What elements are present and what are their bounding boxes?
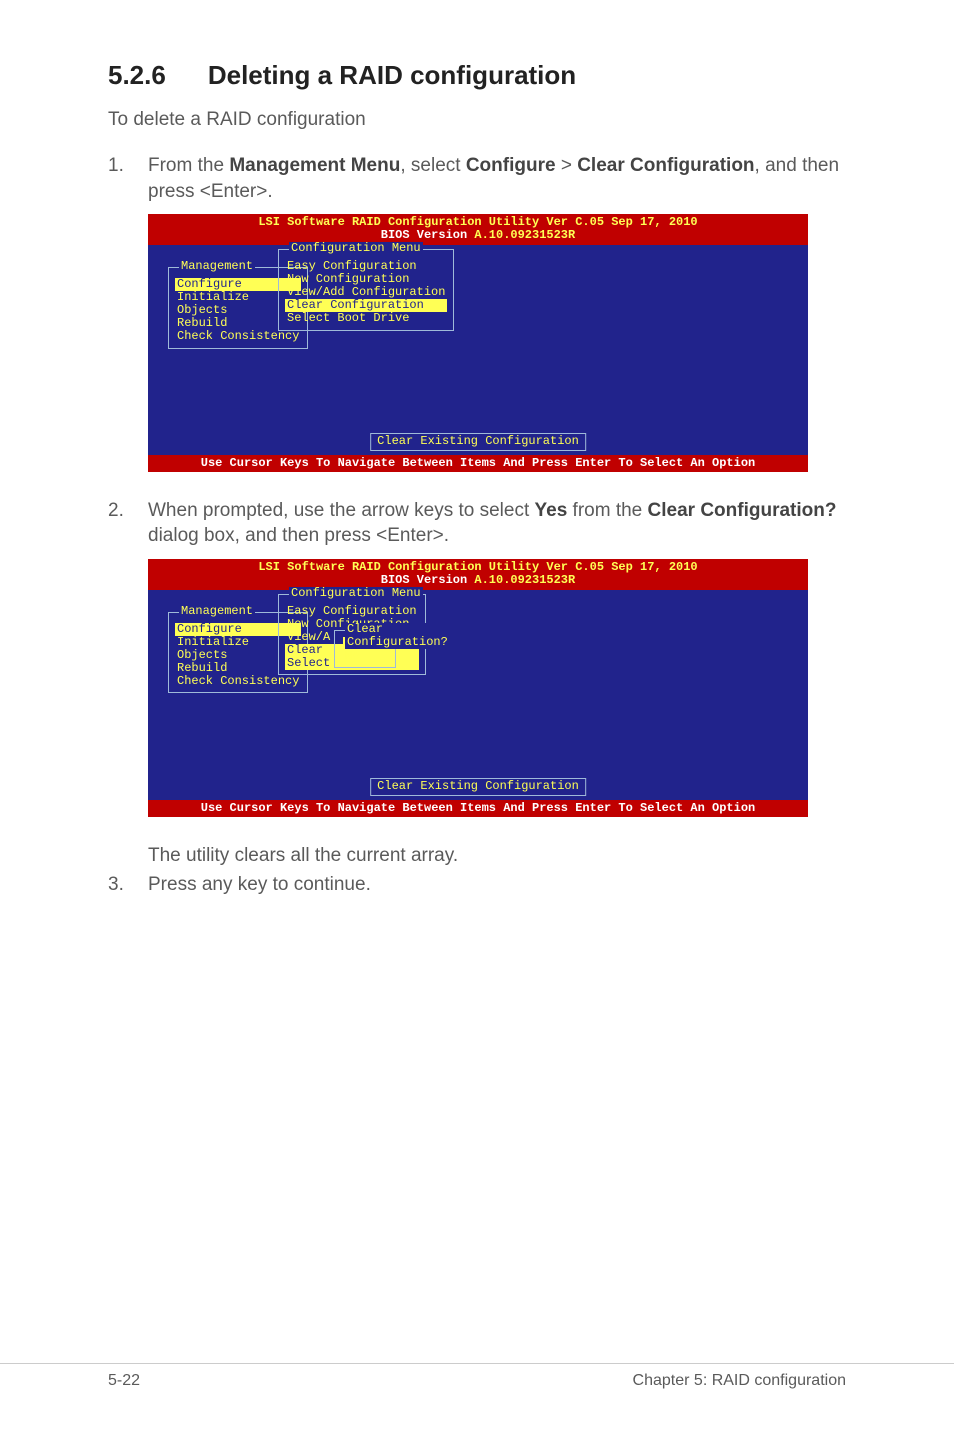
step-number: 2. xyxy=(108,498,148,524)
bios-title-version: A.10.09231523R xyxy=(474,228,575,242)
chapter-label: Chapter 5: RAID configuration xyxy=(633,1372,846,1390)
text: from the xyxy=(567,500,647,521)
bios-footer-bar: Use Cursor Keys To Navigate Between Item… xyxy=(148,800,808,817)
text: dialog box, and then press <Enter>. xyxy=(148,525,449,546)
bold: Management Menu xyxy=(229,155,400,176)
menu-title: Management xyxy=(179,260,255,273)
menu-title: Configuration Menu xyxy=(289,242,423,255)
step-number: 3. xyxy=(108,872,148,898)
bios-footer-text: Use Cursor Keys To Navigate Between Item… xyxy=(201,456,756,470)
text: > xyxy=(556,155,578,176)
cfg-item-easy[interactable]: Easy Configuration xyxy=(285,260,447,273)
bios-title-version: A.10.09231523R xyxy=(474,573,575,587)
step-3: 3. Press any key to continue. xyxy=(108,872,846,898)
bold: Configure xyxy=(466,155,556,176)
section-title: Deleting a RAID configuration xyxy=(208,60,576,90)
section-heading: 5.2.6 Deleting a RAID configuration xyxy=(108,60,846,91)
text: , select xyxy=(400,155,465,176)
page-number: 5-22 xyxy=(108,1372,140,1390)
bios-title-line1: LSI Software RAID Configuration Utility … xyxy=(258,215,697,229)
option-no[interactable]: No xyxy=(343,650,369,663)
dialog-title: Clear Configuration? xyxy=(345,623,450,649)
cfg-item-bootdrive[interactable]: Select Boot Drive xyxy=(285,312,447,325)
intro-text: To delete a RAID configuration xyxy=(108,109,846,131)
page-footer: 5-22 Chapter 5: RAID configuration xyxy=(0,1363,954,1390)
menu-title: Management xyxy=(179,605,255,618)
status-text: Clear Existing Configuration xyxy=(370,433,586,450)
step-body: From the Management Menu, select Configu… xyxy=(148,153,846,204)
cfg-item-easy[interactable]: Easy Configuration xyxy=(285,605,419,618)
bios-title-line1: LSI Software RAID Configuration Utility … xyxy=(258,560,697,574)
bold: Yes xyxy=(535,500,568,521)
step-number: 1. xyxy=(108,153,148,179)
bios-screenshot-1: LSI Software RAID Configuration Utility … xyxy=(148,214,808,472)
bios-title-bar: LSI Software RAID Configuration Utility … xyxy=(148,559,808,589)
text: When prompted, use the arrow keys to sel… xyxy=(148,500,535,521)
section-number: 5.2.6 xyxy=(108,60,166,91)
step-1: 1. From the Management Menu, select Conf… xyxy=(108,153,846,204)
menu-item-check-consistency[interactable]: Check Consistency xyxy=(175,675,301,688)
bios-title-bar: LSI Software RAID Configuration Utility … xyxy=(148,214,808,244)
configuration-menu: Configuration Menu Easy Configuration Ne… xyxy=(278,249,454,331)
bold: Clear Configuration xyxy=(577,155,754,176)
status-text: Clear Existing Configuration xyxy=(370,778,586,795)
bold: Clear Configuration? xyxy=(648,500,837,521)
closing-text: The utility clears all the current array… xyxy=(148,843,846,869)
menu-title: Configuration Menu xyxy=(289,587,423,600)
bios-footer-text: Use Cursor Keys To Navigate Between Item… xyxy=(201,801,756,815)
step-body: Press any key to continue. xyxy=(148,872,846,898)
text: From the xyxy=(148,155,229,176)
bios-footer-bar: Use Cursor Keys To Navigate Between Item… xyxy=(148,455,808,472)
menu-item-check-consistency[interactable]: Check Consistency xyxy=(175,330,301,343)
clear-configuration-dialog: Clear Configuration? Yes No xyxy=(334,630,396,668)
step-body: When prompted, use the arrow keys to sel… xyxy=(148,498,846,549)
bios-screenshot-2: LSI Software RAID Configuration Utility … xyxy=(148,559,808,817)
step-2: 2. When prompted, use the arrow keys to … xyxy=(108,498,846,549)
